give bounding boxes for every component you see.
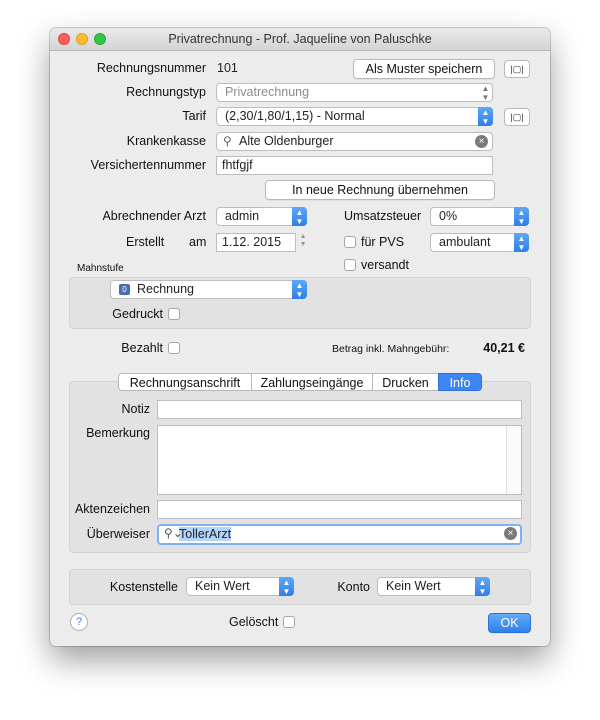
search-icon: ⚲ <box>223 134 232 148</box>
created-date-field[interactable]: 1.12. 2015 <box>216 233 296 252</box>
deleted-checkbox[interactable] <box>283 616 295 628</box>
deleted-label: Gelöscht <box>229 615 279 629</box>
reference-field[interactable] <box>157 500 522 519</box>
referrer-label: Überweiser <box>86 527 150 541</box>
insurance-label: Krankenkasse <box>126 134 206 148</box>
dunning-level-value: Rechnung <box>137 282 194 296</box>
invoice-number-label: Rechnungsnummer <box>96 61 206 75</box>
invoice-type-label: Rechnungstyp <box>126 85 206 99</box>
created-label: Erstellt <box>126 235 165 249</box>
invoice-type-value: Privatrechnung <box>225 85 310 99</box>
pvs-label: für PVS <box>361 235 405 249</box>
insured-number-field[interactable]: fhtfgjf <box>216 156 493 175</box>
paid-label: Bezahlt <box>121 341 163 355</box>
insurance-value: Alte Oldenburger <box>239 134 334 148</box>
template-card-icon[interactable]: |▢| <box>504 108 530 126</box>
chevron-updown-icon: ▲ ▼ <box>279 577 294 596</box>
tab-info[interactable]: Info <box>438 373 482 391</box>
insurance-search-field[interactable]: ⚲ Alte Oldenburger × <box>216 132 493 151</box>
save-template-button[interactable]: Als Muster speichern <box>353 59 495 79</box>
apply-to-new-invoice-button[interactable]: In neue Rechnung übernehmen <box>265 180 495 200</box>
tab-bar: Rechnungsanschrift Zahlungseingänge Druc… <box>118 373 482 391</box>
dunning-level-badge: 0 <box>119 284 130 295</box>
clear-icon[interactable]: × <box>504 527 517 540</box>
paid-checkbox[interactable] <box>168 342 180 354</box>
tab-billing-address[interactable]: Rechnungsanschrift <box>118 373 252 391</box>
chevron-updown-icon: ▲ ▼ <box>478 107 493 126</box>
created-am-label: am <box>189 235 207 249</box>
treatment-mode-select[interactable]: ambulant ▲ ▼ <box>430 233 529 252</box>
chevron-updown-icon: ▲ ▼ <box>481 84 490 102</box>
vat-value: 0% <box>439 209 458 223</box>
reference-label: Aktenzeichen <box>74 502 150 516</box>
chevron-updown-icon: ▲ ▼ <box>292 207 307 226</box>
insured-number-label: Versichertennummer <box>90 158 206 172</box>
cost-center-label: Kostenstelle <box>109 580 178 594</box>
billing-doctor-value: admin <box>225 209 260 223</box>
account-select[interactable]: Kein Wert ▲ ▼ <box>377 577 490 596</box>
chevron-updown-icon: ▲ ▼ <box>514 207 529 226</box>
note-label: Notiz <box>121 402 150 416</box>
treatment-mode-value: ambulant <box>439 235 491 249</box>
invoice-type-select[interactable]: Privatrechnung ▲ ▼ <box>216 83 493 102</box>
remark-scrollbar[interactable] <box>506 426 521 494</box>
created-date-value: 1.12. 2015 <box>222 235 282 249</box>
search-icon: ⚲⌄ <box>164 526 183 540</box>
dunning-level-select[interactable]: 0 Rechnung ▲ ▼ <box>110 280 307 299</box>
vat-label: Umsatzsteuer <box>344 209 422 223</box>
cost-center-value: Kein Wert <box>195 579 250 593</box>
chevron-updown-icon: ▲ ▼ <box>292 280 307 299</box>
ok-button[interactable]: OK <box>488 613 531 633</box>
printed-checkbox[interactable] <box>168 308 180 320</box>
printed-label: Gedruckt <box>112 307 163 321</box>
chevron-updown-icon: ▲ ▼ <box>514 233 529 252</box>
referrer-value: TollerArzt <box>179 527 232 541</box>
vat-select[interactable]: 0% ▲ ▼ <box>430 207 529 226</box>
tab-print[interactable]: Drucken <box>372 373 439 391</box>
window-title: Privatrechnung - Prof. Jaqueline von Pal… <box>168 32 432 46</box>
note-field[interactable] <box>157 400 522 419</box>
date-stepper-icon[interactable]: ▲ ▼ <box>298 233 308 251</box>
account-label: Konto <box>337 580 370 594</box>
template-card-icon[interactable]: |▢| <box>504 60 530 78</box>
account-value: Kein Wert <box>386 579 441 593</box>
tab-payments[interactable]: Zahlungseingänge <box>251 373 373 391</box>
referrer-search-field[interactable]: ⚲⌄ TollerArzt × <box>157 524 522 545</box>
amount-value: 40,21 € <box>483 341 525 355</box>
remark-label: Bemerkung <box>86 426 150 440</box>
cost-center-select[interactable]: Kein Wert ▲ ▼ <box>186 577 294 596</box>
remark-textarea[interactable] <box>157 425 522 495</box>
dunning-section-label: Mahnstufe <box>77 263 124 274</box>
invoice-window: Privatrechnung - Prof. Jaqueline von Pal… <box>50 28 550 646</box>
billing-doctor-select[interactable]: admin ▲ ▼ <box>216 207 307 226</box>
clear-icon[interactable]: × <box>475 135 488 148</box>
invoice-number-value: 101 <box>217 61 238 75</box>
tarif-value: (2,30/1,80/1,15) - Normal <box>225 109 365 123</box>
sent-label: versandt <box>361 258 409 272</box>
pvs-checkbox[interactable] <box>344 236 356 248</box>
sent-checkbox[interactable] <box>344 259 356 271</box>
tarif-label: Tarif <box>182 109 206 123</box>
help-icon[interactable]: ? <box>70 613 88 631</box>
amount-label: Betrag inkl. Mahngebühr: <box>332 343 450 355</box>
tarif-select[interactable]: (2,30/1,80/1,15) - Normal ▲ ▼ <box>216 107 493 126</box>
insured-number-value: fhtfgjf <box>222 158 253 172</box>
chevron-updown-icon: ▲ ▼ <box>475 577 490 596</box>
billing-doctor-label: Abrechnender Arzt <box>102 209 206 223</box>
title-bar: Privatrechnung - Prof. Jaqueline von Pal… <box>50 28 550 51</box>
